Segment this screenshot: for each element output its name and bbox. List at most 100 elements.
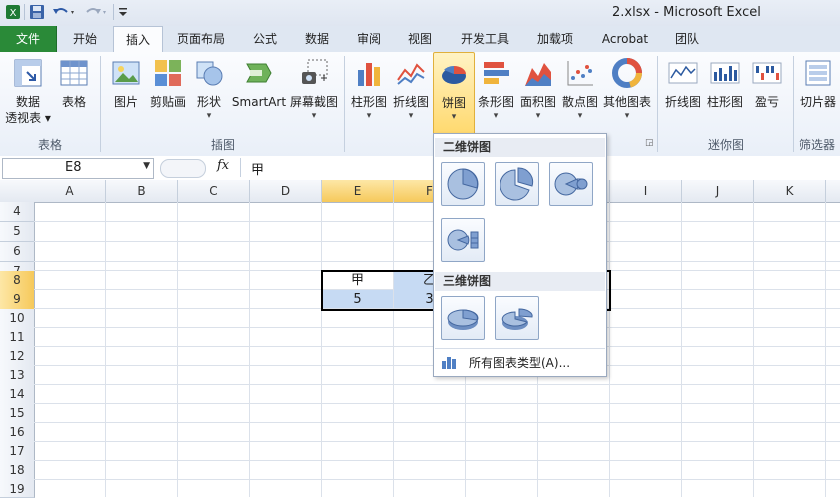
ribbon-tab-bar: 文件 开始 插入 页面布局 公式 数据 审阅 视图 开发工具 加载项 Acrob… [0,26,840,54]
screenshot-dropdown-icon: ▾ [311,111,317,121]
area-chart-button[interactable]: 面积图 ▾ [517,52,559,136]
group-separator [657,56,658,152]
row-header[interactable]: 18 [0,461,35,481]
tab-home[interactable]: 开始 [60,26,110,52]
tab-developer[interactable]: 开发工具 [448,26,522,52]
exploded-pie-3d-icon [501,308,533,330]
sparkline-column-label: 柱形图 [706,95,743,109]
save-icon[interactable] [28,3,46,21]
exploded-pie-3d-button[interactable] [495,296,539,340]
column-header[interactable]: C [178,180,250,203]
tab-formulas[interactable]: 公式 [240,26,290,52]
column-header[interactable]: D [250,180,322,203]
column-chart-icon [354,58,384,88]
name-box-dropdown-icon[interactable]: ▼ [143,161,150,171]
row-header[interactable]: 10 [0,309,35,329]
gridline [681,202,682,497]
clipart-label: 剪贴画 [149,95,186,109]
row-header[interactable]: 19 [0,480,35,498]
sparkline-line-button[interactable]: 折线图 [662,52,704,136]
scatter-chart-button[interactable]: 散点图 ▾ [559,52,601,136]
chart-types-icon [442,357,456,369]
shapes-button[interactable]: 形状 ▾ [190,52,228,136]
pivot-table-label: 数据 [15,95,40,109]
screenshot-button[interactable]: 屏幕截图 ▾ [288,52,340,136]
row-header[interactable]: 14 [0,385,35,405]
pivot-table-label-text: 透视表 [5,111,42,125]
pie-3d-button[interactable] [441,296,485,340]
row-header[interactable]: 17 [0,442,35,462]
scatter-chart-label: 散点图 [561,95,598,109]
tab-team[interactable]: 团队 [664,26,710,52]
area-chart-label: 面积图 [519,95,556,109]
scatter-chart-icon [565,58,595,88]
scatter-chart-dropdown-icon: ▾ [577,111,583,121]
screenshot-icon [299,58,329,88]
gridline [393,202,394,497]
column-header[interactable]: A [34,180,106,203]
charts-dialog-launcher-icon[interactable]: ◲ [645,138,654,148]
all-chart-types-item[interactable]: 所有图表类型(A)... [435,348,605,375]
cell-e9[interactable]: 5 [322,290,393,309]
bar-of-pie-icon [447,229,479,251]
name-box[interactable]: E8 ▼ [2,158,154,179]
row-header[interactable]: 6 [0,242,35,262]
bar-chart-dropdown-icon: ▾ [493,111,499,121]
column-header[interactable]: B [106,180,178,203]
tab-page-layout[interactable]: 页面布局 [166,26,236,52]
row-header[interactable]: 13 [0,366,35,386]
insert-function-icon[interactable]: fx [217,158,229,173]
row-header[interactable]: 9 [0,290,35,310]
tab-view[interactable]: 视图 [396,26,444,52]
formula-bar: E8 ▼ fx 甲 [0,156,840,181]
table-button[interactable]: 表格 [54,52,94,136]
tab-file[interactable]: 文件 [0,26,57,52]
bar-chart-icon [481,58,511,88]
pivot-table-icon [13,58,43,88]
bar-of-pie-button[interactable] [441,218,485,262]
tab-insert[interactable]: 插入 [113,26,163,54]
column-header[interactable]: E [322,180,394,203]
bar-chart-button[interactable]: 条形图 ▾ [475,52,517,136]
picture-label: 图片 [113,95,138,109]
customize-qat-icon[interactable] [116,3,130,21]
pie-of-pie-button[interactable] [549,162,593,206]
worksheet-grid[interactable]: A B C D E F G H I J K 4 5 6 7 8 9 10 11 … [0,180,840,498]
clipart-button[interactable]: 剪贴画 [146,52,190,136]
row-header[interactable]: 15 [0,404,35,424]
column-header[interactable]: I [610,180,682,203]
tab-review[interactable]: 审阅 [345,26,393,52]
pie-chart-button[interactable]: 饼图 ▾ [433,52,475,138]
slicer-button[interactable]: 切片器 [796,52,840,136]
gridline [34,460,840,461]
formula-bar-resize-handle[interactable] [160,159,206,178]
column-header[interactable]: J [682,180,754,203]
undo-icon[interactable] [50,3,78,21]
row-header[interactable]: 4 [0,202,35,222]
smartart-button[interactable]: SmartArt [230,52,288,136]
exploded-pie-button[interactable] [495,162,539,206]
redo-icon[interactable] [82,3,110,21]
tab-add-ins[interactable]: 加载项 [526,26,584,52]
select-all-corner[interactable] [0,180,35,203]
excel-logo-icon[interactable]: X [4,3,22,21]
tab-acrobat[interactable]: Acrobat [590,26,660,52]
pivot-table-button[interactable]: 数据 透视表 ▾ [4,52,52,136]
sparkline-winloss-button[interactable]: 盈亏 [746,52,788,136]
row-header[interactable]: 5 [0,222,35,242]
row-header[interactable]: 16 [0,423,35,443]
row-header[interactable]: 11 [0,328,35,348]
row-header[interactable]: 8 [0,271,35,291]
group-illustrations-label: 插图 [210,138,235,152]
pie-2d-button[interactable] [441,162,485,206]
column-chart-button[interactable]: 柱形图 ▾ [348,52,390,136]
column-header[interactable]: K [754,180,826,203]
line-chart-button[interactable]: 折线图 ▾ [390,52,432,136]
tab-data[interactable]: 数据 [293,26,341,52]
picture-button[interactable]: 图片 [106,52,146,136]
other-charts-button[interactable]: 其他图表 ▾ [601,52,653,136]
row-header[interactable]: 12 [0,347,35,367]
sparkline-column-button[interactable]: 柱形图 [704,52,746,136]
cell-e8[interactable]: 甲 [322,271,393,290]
ribbon-insert: 数据 透视表 ▾ 表格 表格 图片 剪贴画 形状 ▾ SmartArt 屏幕截图… [0,52,840,157]
